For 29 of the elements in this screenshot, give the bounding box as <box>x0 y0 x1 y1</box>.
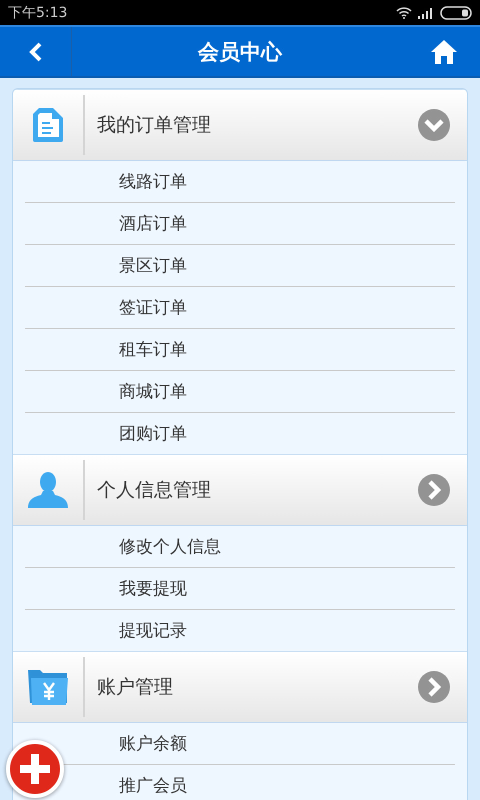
menu-item[interactable]: 景区订单 <box>119 256 187 276</box>
menu-item[interactable]: 租车订单 <box>119 340 187 360</box>
back-icon <box>28 42 42 62</box>
menu-item[interactable]: 我要提现 <box>119 579 187 599</box>
home-icon[interactable] <box>430 38 458 64</box>
folder-icon <box>27 668 69 706</box>
menu-item[interactable]: 团购订单 <box>119 424 187 444</box>
menu-item[interactable]: 账户余额 <box>119 734 187 754</box>
document-icon <box>31 106 65 144</box>
person-icon <box>27 471 69 509</box>
menu-item[interactable]: 酒店订单 <box>119 214 187 234</box>
plus-icon <box>20 754 50 784</box>
section-title: 账户管理 <box>96 675 174 700</box>
section-header[interactable]: 个人信息管理 <box>13 454 467 526</box>
status-time: 下午5:13 <box>8 4 68 22</box>
signal-icon <box>418 6 434 18</box>
section-title: 我的订单管理 <box>96 113 212 138</box>
menu-item[interactable]: 修改个人信息 <box>119 537 221 557</box>
section-title: 个人信息管理 <box>96 478 212 503</box>
menu-item[interactable]: 提现记录 <box>119 621 187 641</box>
page-title: 会员中心 <box>196 38 284 66</box>
menu-item[interactable]: 推广会员 <box>119 776 187 796</box>
battery-icon <box>440 6 472 20</box>
menu-item[interactable]: 线路订单 <box>119 172 187 192</box>
wifi-icon <box>396 6 412 18</box>
menu-item[interactable]: 签证订单 <box>119 298 187 318</box>
menu-item[interactable]: 商城订单 <box>119 382 187 402</box>
section-header[interactable]: 账户管理 <box>13 651 467 723</box>
section-header[interactable]: 我的订单管理 <box>13 89 467 161</box>
